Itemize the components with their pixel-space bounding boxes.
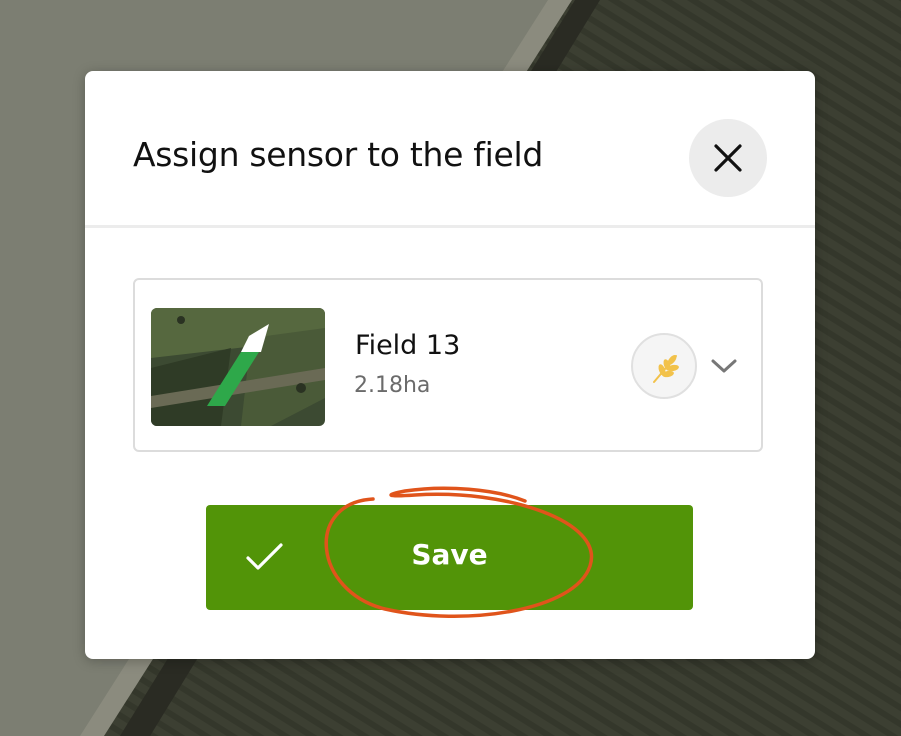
chevron-down-icon[interactable] <box>710 356 738 376</box>
save-button-label: Save <box>206 538 693 571</box>
field-satellite-thumbnail <box>151 308 325 426</box>
save-label-text: Save <box>411 538 488 571</box>
dialog-header: Assign sensor to the field <box>85 71 815 228</box>
field-thumbnail <box>151 308 325 426</box>
field-area: 2.18ha <box>354 373 431 398</box>
field-selector[interactable]: Field 13 2.18ha <box>133 278 763 452</box>
field-name: Field 13 <box>355 330 461 361</box>
close-button[interactable] <box>689 119 767 197</box>
dialog-title: Assign sensor to the field <box>133 135 544 174</box>
crop-button[interactable] <box>631 333 697 399</box>
assign-sensor-dialog: Assign sensor to the field Field 13 2.18… <box>85 71 815 659</box>
save-button[interactable]: Save <box>206 505 693 610</box>
wheat-icon <box>653 355 679 383</box>
close-icon <box>714 144 742 172</box>
